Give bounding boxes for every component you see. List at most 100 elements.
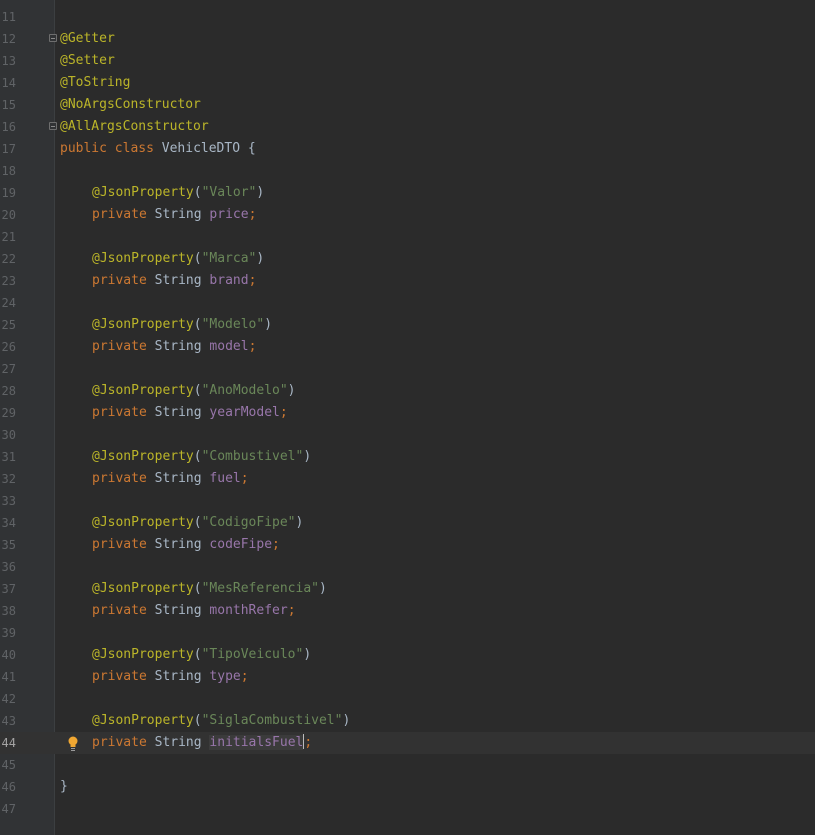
code-text: private String initialsFuel; <box>60 732 312 754</box>
code-text: private String brand; <box>60 270 256 292</box>
code-line[interactable]: 39 <box>0 622 815 644</box>
code-line[interactable]: 45 <box>0 754 815 776</box>
annotation: @JsonProperty <box>92 449 194 464</box>
code-line[interactable]: 36 <box>0 556 815 578</box>
line-number: 37 <box>1 582 16 596</box>
string-literal: "MesReferencia" <box>201 581 319 596</box>
code-line[interactable]: 24 <box>0 292 815 314</box>
code-line[interactable]: 37 @JsonProperty("MesReferencia") <box>0 578 815 600</box>
string-literal: "Modelo" <box>201 317 265 332</box>
code-line[interactable]: 14 @ToString <box>0 72 815 94</box>
semicolon: ; <box>272 537 280 552</box>
code-text: private String codeFipe; <box>60 534 280 556</box>
string-literal: "Marca" <box>201 251 257 266</box>
code-line[interactable]: 26 private String model; <box>0 336 815 358</box>
type-name: String <box>154 537 202 552</box>
paren: ( <box>193 647 202 662</box>
code-text: private String type; <box>60 666 249 688</box>
code-text: private String model; <box>60 336 256 358</box>
code-line[interactable]: 17 public class VehicleDTO { <box>0 138 815 160</box>
annotation: @JsonProperty <box>92 185 194 200</box>
code-line[interactable]: 20 private String price; <box>0 204 815 226</box>
brace: } <box>60 779 68 794</box>
semicolon: ; <box>248 207 257 222</box>
type-name: String <box>154 603 202 618</box>
code-line[interactable]: 35 private String codeFipe; <box>0 534 815 556</box>
code-line[interactable]: 30 <box>0 424 815 446</box>
fold-marker-icon[interactable] <box>49 34 57 42</box>
code-line[interactable]: 29 private String yearModel; <box>0 402 815 424</box>
string-literal: "CodigoFipe" <box>201 515 296 530</box>
type-name: String <box>154 273 202 288</box>
paren: ( <box>193 185 202 200</box>
line-number: 47 <box>1 802 16 816</box>
code-line[interactable]: 42 <box>0 688 815 710</box>
string-literal: "Combustivel" <box>201 449 304 464</box>
code-line[interactable]: 23 private String brand; <box>0 270 815 292</box>
code-line[interactable]: 33 <box>0 490 815 512</box>
field-name: fuel <box>209 471 241 486</box>
code-text: @JsonProperty("MesReferencia") <box>60 578 327 600</box>
code-line[interactable]: 47 <box>0 798 815 820</box>
paren: ) <box>295 515 304 530</box>
annotation: @JsonProperty <box>92 581 194 596</box>
line-number: 40 <box>1 648 16 662</box>
code-line[interactable]: 21 <box>0 226 815 248</box>
code-text: @NoArgsConstructor <box>60 94 201 116</box>
code-line[interactable]: 15 @NoArgsConstructor <box>0 94 815 116</box>
line-number: 15 <box>1 98 16 112</box>
code-line[interactable]: 19 @JsonProperty("Valor") <box>0 182 815 204</box>
line-number: 14 <box>1 76 16 90</box>
keyword: private <box>92 273 147 288</box>
current-code-line[interactable]: 44 private String initialsFuel; <box>0 732 815 754</box>
code-line[interactable]: 40 @JsonProperty("TipoVeiculo") <box>0 644 815 666</box>
line-number: 38 <box>1 604 16 618</box>
annotation: @Setter <box>60 53 115 68</box>
code-line[interactable]: 34 @JsonProperty("CodigoFipe") <box>0 512 815 534</box>
line-number: 27 <box>1 362 16 376</box>
code-text: @Setter <box>60 50 115 72</box>
fold-marker-icon[interactable] <box>49 122 57 130</box>
annotation: @JsonProperty <box>92 713 194 728</box>
line-number: 41 <box>1 670 16 684</box>
semicolon: ; <box>248 339 257 354</box>
code-line[interactable]: 31 @JsonProperty("Combustivel") <box>0 446 815 468</box>
line-number: 36 <box>1 560 16 574</box>
code-line[interactable]: 27 <box>0 358 815 380</box>
paren: ( <box>193 449 202 464</box>
code-line[interactable]: 12 @Getter <box>0 28 815 50</box>
paren: ( <box>193 383 202 398</box>
code-line[interactable]: 16 @AllArgsConstructor <box>0 116 815 138</box>
field-name: model <box>209 339 249 354</box>
code-text: @JsonProperty("Combustivel") <box>60 446 311 468</box>
code-editor[interactable]: 11 12 @Getter 13 @Setter 14 @ToString 15… <box>0 0 815 835</box>
code-line[interactable]: 32 private String fuel; <box>0 468 815 490</box>
code-line[interactable]: 25 @JsonProperty("Modelo") <box>0 314 815 336</box>
line-number: 30 <box>1 428 16 442</box>
code-text: @ToString <box>60 72 130 94</box>
code-line[interactable]: 43 @JsonProperty("SiglaCombustivel") <box>0 710 815 732</box>
code-line[interactable]: 41 private String type; <box>0 666 815 688</box>
semicolon: ; <box>248 273 257 288</box>
code-line[interactable]: 38 private String monthRefer; <box>0 600 815 622</box>
code-line[interactable]: 18 <box>0 160 815 182</box>
string-literal: "Valor" <box>201 185 257 200</box>
code-line[interactable]: 28 @JsonProperty("AnoModelo") <box>0 380 815 402</box>
field-name: yearModel <box>209 405 280 420</box>
code-text: @JsonProperty("AnoModelo") <box>60 380 296 402</box>
code-line[interactable]: 11 <box>0 6 815 28</box>
paren: ( <box>193 515 202 530</box>
code-line[interactable]: 46 } <box>0 776 815 798</box>
class-name: VehicleDTO <box>161 141 241 156</box>
annotation: @JsonProperty <box>92 647 194 662</box>
line-number: 43 <box>1 714 16 728</box>
field-name: brand <box>209 273 249 288</box>
code-text: private String yearModel; <box>60 402 288 424</box>
code-line[interactable]: 13 @Setter <box>0 50 815 72</box>
code-line[interactable]: 22 @JsonProperty("Marca") <box>0 248 815 270</box>
type-name: String <box>154 471 202 486</box>
paren: ) <box>256 251 265 266</box>
field-name: monthRefer <box>209 603 288 618</box>
annotation: @JsonProperty <box>92 515 194 530</box>
line-number: 19 <box>1 186 16 200</box>
